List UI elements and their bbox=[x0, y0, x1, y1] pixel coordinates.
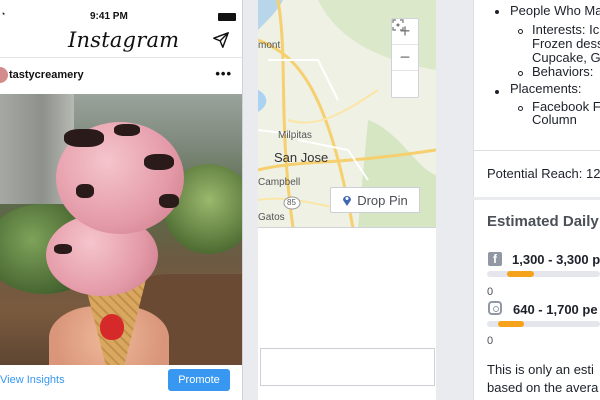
status-time: 9:41 PM bbox=[90, 11, 128, 22]
facebook-reach-range: 1,300 - 3,300 p bbox=[512, 252, 600, 267]
instagram-reach-fill bbox=[498, 321, 524, 327]
audience-interests-line2: Frozen desse bbox=[532, 36, 600, 51]
audience-behaviors: Behaviors: bbox=[532, 64, 594, 79]
account-name[interactable]: tastycreamery bbox=[9, 69, 84, 81]
cookie-crumb bbox=[159, 194, 179, 208]
estimate-note-line1: This is only an esti bbox=[487, 362, 594, 377]
instagram-reach-bar bbox=[487, 321, 600, 327]
painted-fingernail bbox=[100, 314, 124, 340]
ad-preview-screen: ◔ 9:41 PM Instagram tastycreamery ••• Vi… bbox=[0, 0, 600, 400]
post-footer: View Insights Promote bbox=[0, 365, 242, 400]
facebook-reach-fill bbox=[507, 271, 535, 277]
view-insights-link[interactable]: View Insights bbox=[0, 374, 65, 386]
zoom-out-button[interactable]: − bbox=[392, 45, 418, 71]
pin-icon bbox=[343, 196, 352, 206]
audience-interests: Interests: Ic bbox=[532, 22, 600, 37]
audience-interests-line3: Cupcake, G bbox=[532, 50, 600, 65]
list-bullet bbox=[518, 29, 523, 34]
avatar[interactable] bbox=[0, 67, 8, 83]
divider bbox=[473, 197, 600, 200]
instagram-reach-range: 640 - 1,700 pe bbox=[513, 302, 598, 317]
divider bbox=[473, 150, 600, 151]
list-bullet bbox=[495, 10, 499, 14]
audience-placements: Placements: bbox=[510, 81, 582, 96]
crosshair-icon bbox=[392, 19, 404, 31]
list-bullet bbox=[495, 90, 499, 94]
instagram-header: Instagram bbox=[0, 22, 242, 58]
drop-pin-label: Drop Pin bbox=[357, 192, 408, 208]
highway-shield: 85 bbox=[287, 198, 296, 207]
facebook-icon: f bbox=[488, 252, 502, 266]
map-city-label: mont bbox=[258, 40, 281, 51]
instagram-axis-zero: 0 bbox=[487, 335, 494, 347]
cookie-crumb bbox=[64, 129, 104, 147]
instagram-logo: Instagram bbox=[68, 28, 180, 52]
more-options-icon[interactable]: ••• bbox=[215, 66, 232, 81]
instagram-icon bbox=[488, 301, 502, 315]
cookie-crumb bbox=[144, 154, 174, 170]
facebook-axis-zero: 0 bbox=[487, 286, 494, 298]
cookie-crumb bbox=[76, 184, 94, 198]
cookie-crumb bbox=[54, 244, 72, 254]
recenter-button[interactable] bbox=[392, 19, 418, 97]
map-city-label: Campbell bbox=[258, 177, 301, 188]
audience-people-who: People Who Ma bbox=[510, 3, 600, 18]
post-header: tastycreamery ••• bbox=[0, 58, 242, 94]
drop-pin-button[interactable]: Drop Pin bbox=[330, 187, 420, 213]
post-photo bbox=[0, 94, 242, 365]
potential-reach: Potential Reach: 12 bbox=[487, 166, 600, 181]
placement-value-line2: Column bbox=[532, 112, 577, 127]
cookie-crumb bbox=[114, 124, 140, 136]
facebook-reach-bar bbox=[487, 271, 600, 277]
list-bullet bbox=[518, 71, 523, 76]
map-city-label: Gatos bbox=[258, 212, 285, 223]
battery-icon bbox=[218, 13, 236, 21]
map-zoom-controls: + − bbox=[391, 18, 419, 98]
instagram-phone-preview: ◔ 9:41 PM Instagram tastycreamery ••• Vi… bbox=[0, 0, 243, 400]
status-bar: ◔ 9:41 PM bbox=[0, 0, 242, 22]
promote-button[interactable]: Promote bbox=[168, 369, 230, 391]
direct-message-icon[interactable] bbox=[212, 31, 230, 49]
map-city-label: San Jose bbox=[274, 150, 329, 165]
estimate-note-line2: based on the avera bbox=[487, 380, 599, 395]
wifi-icon: ◔ bbox=[0, 9, 6, 19]
list-bullet bbox=[518, 106, 523, 111]
estimated-daily-title: Estimated Daily bbox=[487, 213, 599, 230]
location-input[interactable] bbox=[260, 348, 435, 386]
map-city-label: Milpitas bbox=[278, 130, 312, 141]
